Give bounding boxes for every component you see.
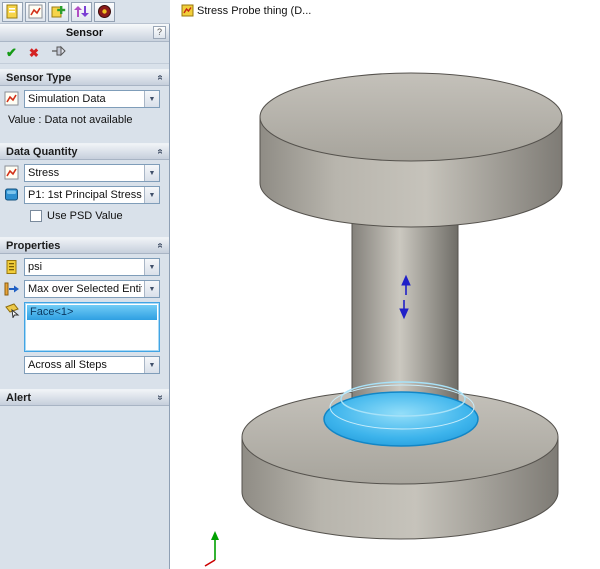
section-title: Properties [6,240,60,252]
swap-arrows-icon[interactable] [71,2,92,22]
stress-component-icon [4,187,20,203]
sensor-value-text: Value : Data not available [4,112,160,128]
stress-quantity-icon [4,165,20,181]
steps-row: Across all Steps ▼ [24,356,160,374]
sensor-icon [181,4,194,17]
collapse-chevron-icon: » [155,75,166,81]
chevron-down-icon: ▼ [144,259,159,275]
chevron-down-icon: ▼ [144,165,159,181]
graphics-viewport[interactable] [170,24,600,569]
criterion-dropdown[interactable]: Max over Selected Entitie ▼ [24,280,160,298]
selected-fillet-face[interactable] [324,382,478,446]
add-glyph [51,4,66,19]
top-disc[interactable] [260,73,562,227]
chevron-down-icon: ▼ [144,91,159,107]
feature-tree-item[interactable]: Stress Probe thing (D... [181,4,311,17]
section-body-sensor-type: Simulation Data ▼ Value : Data not avail… [0,86,169,133]
expand-chevron-icon: » [155,395,166,401]
criterion-row: Max over Selected Entitie ▼ [4,280,160,298]
dropdown-value: Across all Steps [28,359,142,371]
swap-glyph [74,4,89,19]
sensor-chart-icon[interactable] [25,2,46,22]
units-icon [4,259,20,275]
section-alert: Alert » [0,389,169,406]
section-header-properties[interactable]: Properties » [0,237,169,254]
units-dropdown[interactable]: psi ▼ [24,258,160,276]
section-body-data-quantity: Stress ▼ P1: 1st Principal Stress ▼ [0,160,169,227]
add-sensor-icon[interactable] [48,2,69,22]
cancel-button[interactable]: ✖ [29,46,39,60]
document-glyph [5,4,20,19]
section-header-sensor-type[interactable]: Sensor Type » [0,69,169,86]
help-button[interactable]: ? [153,26,166,39]
psd-checkbox-row: Use PSD Value [30,210,160,222]
section-header-data-quantity[interactable]: Data Quantity » [0,143,169,160]
section-title: Alert [6,392,31,404]
sensor-type-row: Simulation Data ▼ [4,90,160,108]
criterion-icon [4,281,20,297]
panel-title-bar: Sensor ? [0,24,169,42]
panel-title: Sensor [66,27,103,39]
panel-actions: ✔ ✖ [0,42,169,64]
dropdown-value: P1: 1st Principal Stress [28,189,142,201]
dropdown-value: Max over Selected Entitie [28,283,142,295]
dropdown-value: psi [28,261,142,273]
property-manager-tab-strip [0,0,170,24]
section-sensor-type: Sensor Type » Simulation Data ▼ [0,69,169,133]
units-row: psi ▼ [4,258,160,276]
collapse-chevron-icon: » [155,149,166,155]
chevron-down-icon: ▼ [144,281,159,297]
section-title: Sensor Type [6,72,71,84]
psd-checkbox[interactable] [30,210,42,222]
chevron-down-icon: ▼ [144,357,159,373]
tree-item-label: Stress Probe thing (D... [197,5,311,17]
sensor-type-dropdown[interactable]: Simulation Data ▼ [24,90,160,108]
selected-face-item[interactable]: Face<1> [27,305,157,320]
selected-entities-listbox[interactable]: Face<1> [24,302,160,352]
sensor-type-icon [4,91,20,107]
dropdown-value: Stress [28,167,142,179]
section-properties: Properties » psi ▼ [0,237,169,379]
section-data-quantity: Data Quantity » Stress ▼ [0,143,169,227]
selection-row: Face<1> [4,302,160,352]
alert-glyph [97,4,112,19]
dropdown-value: Simulation Data [28,93,142,105]
psd-checkbox-label: Use PSD Value [47,210,123,222]
alert-sensor-icon[interactable] [94,2,115,22]
steps-dropdown[interactable]: Across all Steps ▼ [24,356,160,374]
chevron-down-icon: ▼ [144,187,159,203]
quantity-row: Stress ▼ [4,164,160,182]
chart-glyph [28,4,43,19]
section-body-properties: psi ▼ Max over Selected Entitie [0,254,169,379]
component-dropdown[interactable]: P1: 1st Principal Stress ▼ [24,186,160,204]
collapse-chevron-icon: » [155,243,166,249]
pin-button[interactable] [51,45,67,60]
faces-selection-icon [4,302,20,318]
pushpin-icon [51,45,67,57]
section-header-alert[interactable]: Alert » [0,389,169,406]
component-row: P1: 1st Principal Stress ▼ [4,186,160,204]
property-manager-panel: Sensor ? ✔ ✖ Sensor Type » [0,24,170,569]
quantity-dropdown[interactable]: Stress ▼ [24,164,160,182]
sensor-document-icon[interactable] [2,2,23,22]
origin-triad-icon [205,531,219,566]
ok-button[interactable]: ✔ [6,45,17,61]
section-title: Data Quantity [6,146,78,158]
application-window: Sensor ? ✔ ✖ Sensor Type » [0,0,600,569]
